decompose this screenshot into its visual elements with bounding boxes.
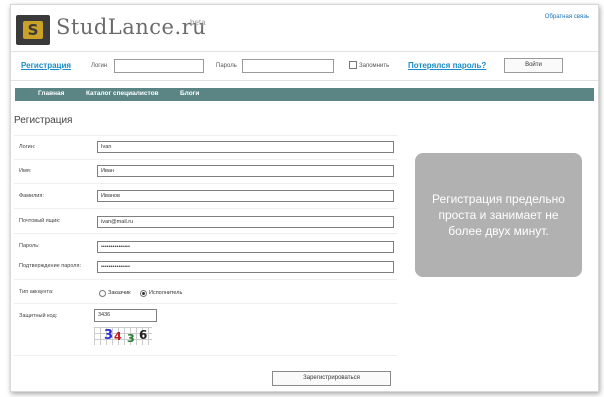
radio-customer[interactable]: [99, 290, 106, 297]
info-box-text: Регистрация предельно проста и занимает …: [432, 192, 565, 238]
beta-badge: beta: [190, 18, 206, 27]
site-logo-text[interactable]: StudLance.ru: [56, 15, 206, 39]
form-row-surname: Фамилия: Иванов: [14, 183, 397, 209]
field-label: Почтовый ящик:: [19, 218, 61, 224]
form-divider: [14, 355, 397, 357]
form-row-captcha: Защитный код:: [14, 303, 397, 356]
captcha-image: 3 4 3 6: [94, 327, 152, 345]
captcha-glyph: 3: [127, 332, 135, 345]
field-label: Фамилия:: [19, 193, 44, 199]
form-row-password-confirm: Подтверждение пароля: •••••••••••••••: [14, 257, 397, 279]
logo-mark: S: [23, 21, 43, 39]
field-label: Имя:: [19, 168, 32, 174]
remember-checkbox[interactable]: [349, 61, 357, 69]
field-label: Защитный код:: [19, 313, 58, 319]
login-field[interactable]: Ivan: [97, 141, 394, 153]
form-row-account-type: Тип аккаунта: Заказчик Исполнитель: [14, 279, 397, 304]
radio-contractor[interactable]: [140, 290, 147, 297]
radio-contractor-label: Исполнитель: [149, 290, 183, 296]
form-row-name: Имя: Иван: [14, 159, 397, 184]
form-row-password: Пароль: •••••••••••••••: [14, 233, 397, 258]
login-input[interactable]: [114, 59, 204, 73]
info-box: Регистрация предельно проста и занимает …: [415, 153, 582, 277]
nav-item-home[interactable]: Главная: [38, 90, 64, 97]
login-bar: Регистрация Логин Пароль Запомнить Потер…: [11, 51, 598, 81]
captcha-input[interactable]: 3436: [94, 309, 157, 322]
nav-item-blogs[interactable]: Блоги: [180, 90, 199, 97]
password-field[interactable]: •••••••••••••••: [97, 241, 394, 253]
password-label: Пароль: [216, 63, 237, 69]
main-nav: Главная Каталог специалистов Блоги: [15, 88, 594, 101]
captcha-glyph: 3: [104, 328, 114, 343]
radio-customer-label: Заказчик: [108, 290, 131, 296]
captcha-glyph: 6: [139, 328, 148, 342]
field-label: Пароль:: [19, 243, 40, 249]
page-title: Регистрация: [14, 115, 73, 126]
password-input[interactable]: [242, 59, 334, 73]
login-button[interactable]: Войти: [504, 58, 563, 73]
page-frame: S StudLance.ru beta Обратная связь Регис…: [10, 4, 599, 392]
register-submit-button[interactable]: Зарегистрироваться: [272, 371, 391, 386]
nav-item-catalog[interactable]: Каталог специалистов: [86, 90, 159, 97]
register-link[interactable]: Регистрация: [21, 61, 71, 70]
field-label: Тип аккаунта:: [19, 289, 54, 295]
field-label: Подтверждение пароля:: [19, 263, 81, 269]
feedback-link[interactable]: Обратная связь: [545, 14, 589, 20]
field-label: Логин:: [19, 144, 36, 150]
forgot-password-link[interactable]: Потерялся пароль?: [408, 61, 486, 70]
last-name-field[interactable]: Иванов: [97, 190, 394, 202]
form-row-login: Логин: Ivan: [14, 135, 397, 160]
logo-icon[interactable]: S: [16, 15, 50, 45]
login-label: Логин: [91, 63, 108, 69]
password-confirm-field[interactable]: •••••••••••••••: [97, 261, 394, 273]
form-row-email: Почтовый ящик: ivan@mail.ru: [14, 208, 397, 234]
first-name-field[interactable]: Иван: [97, 165, 394, 177]
remember-label: Запомнить: [359, 63, 390, 69]
captcha-glyph: 4: [114, 330, 122, 343]
email-field[interactable]: ivan@mail.ru: [97, 216, 394, 228]
